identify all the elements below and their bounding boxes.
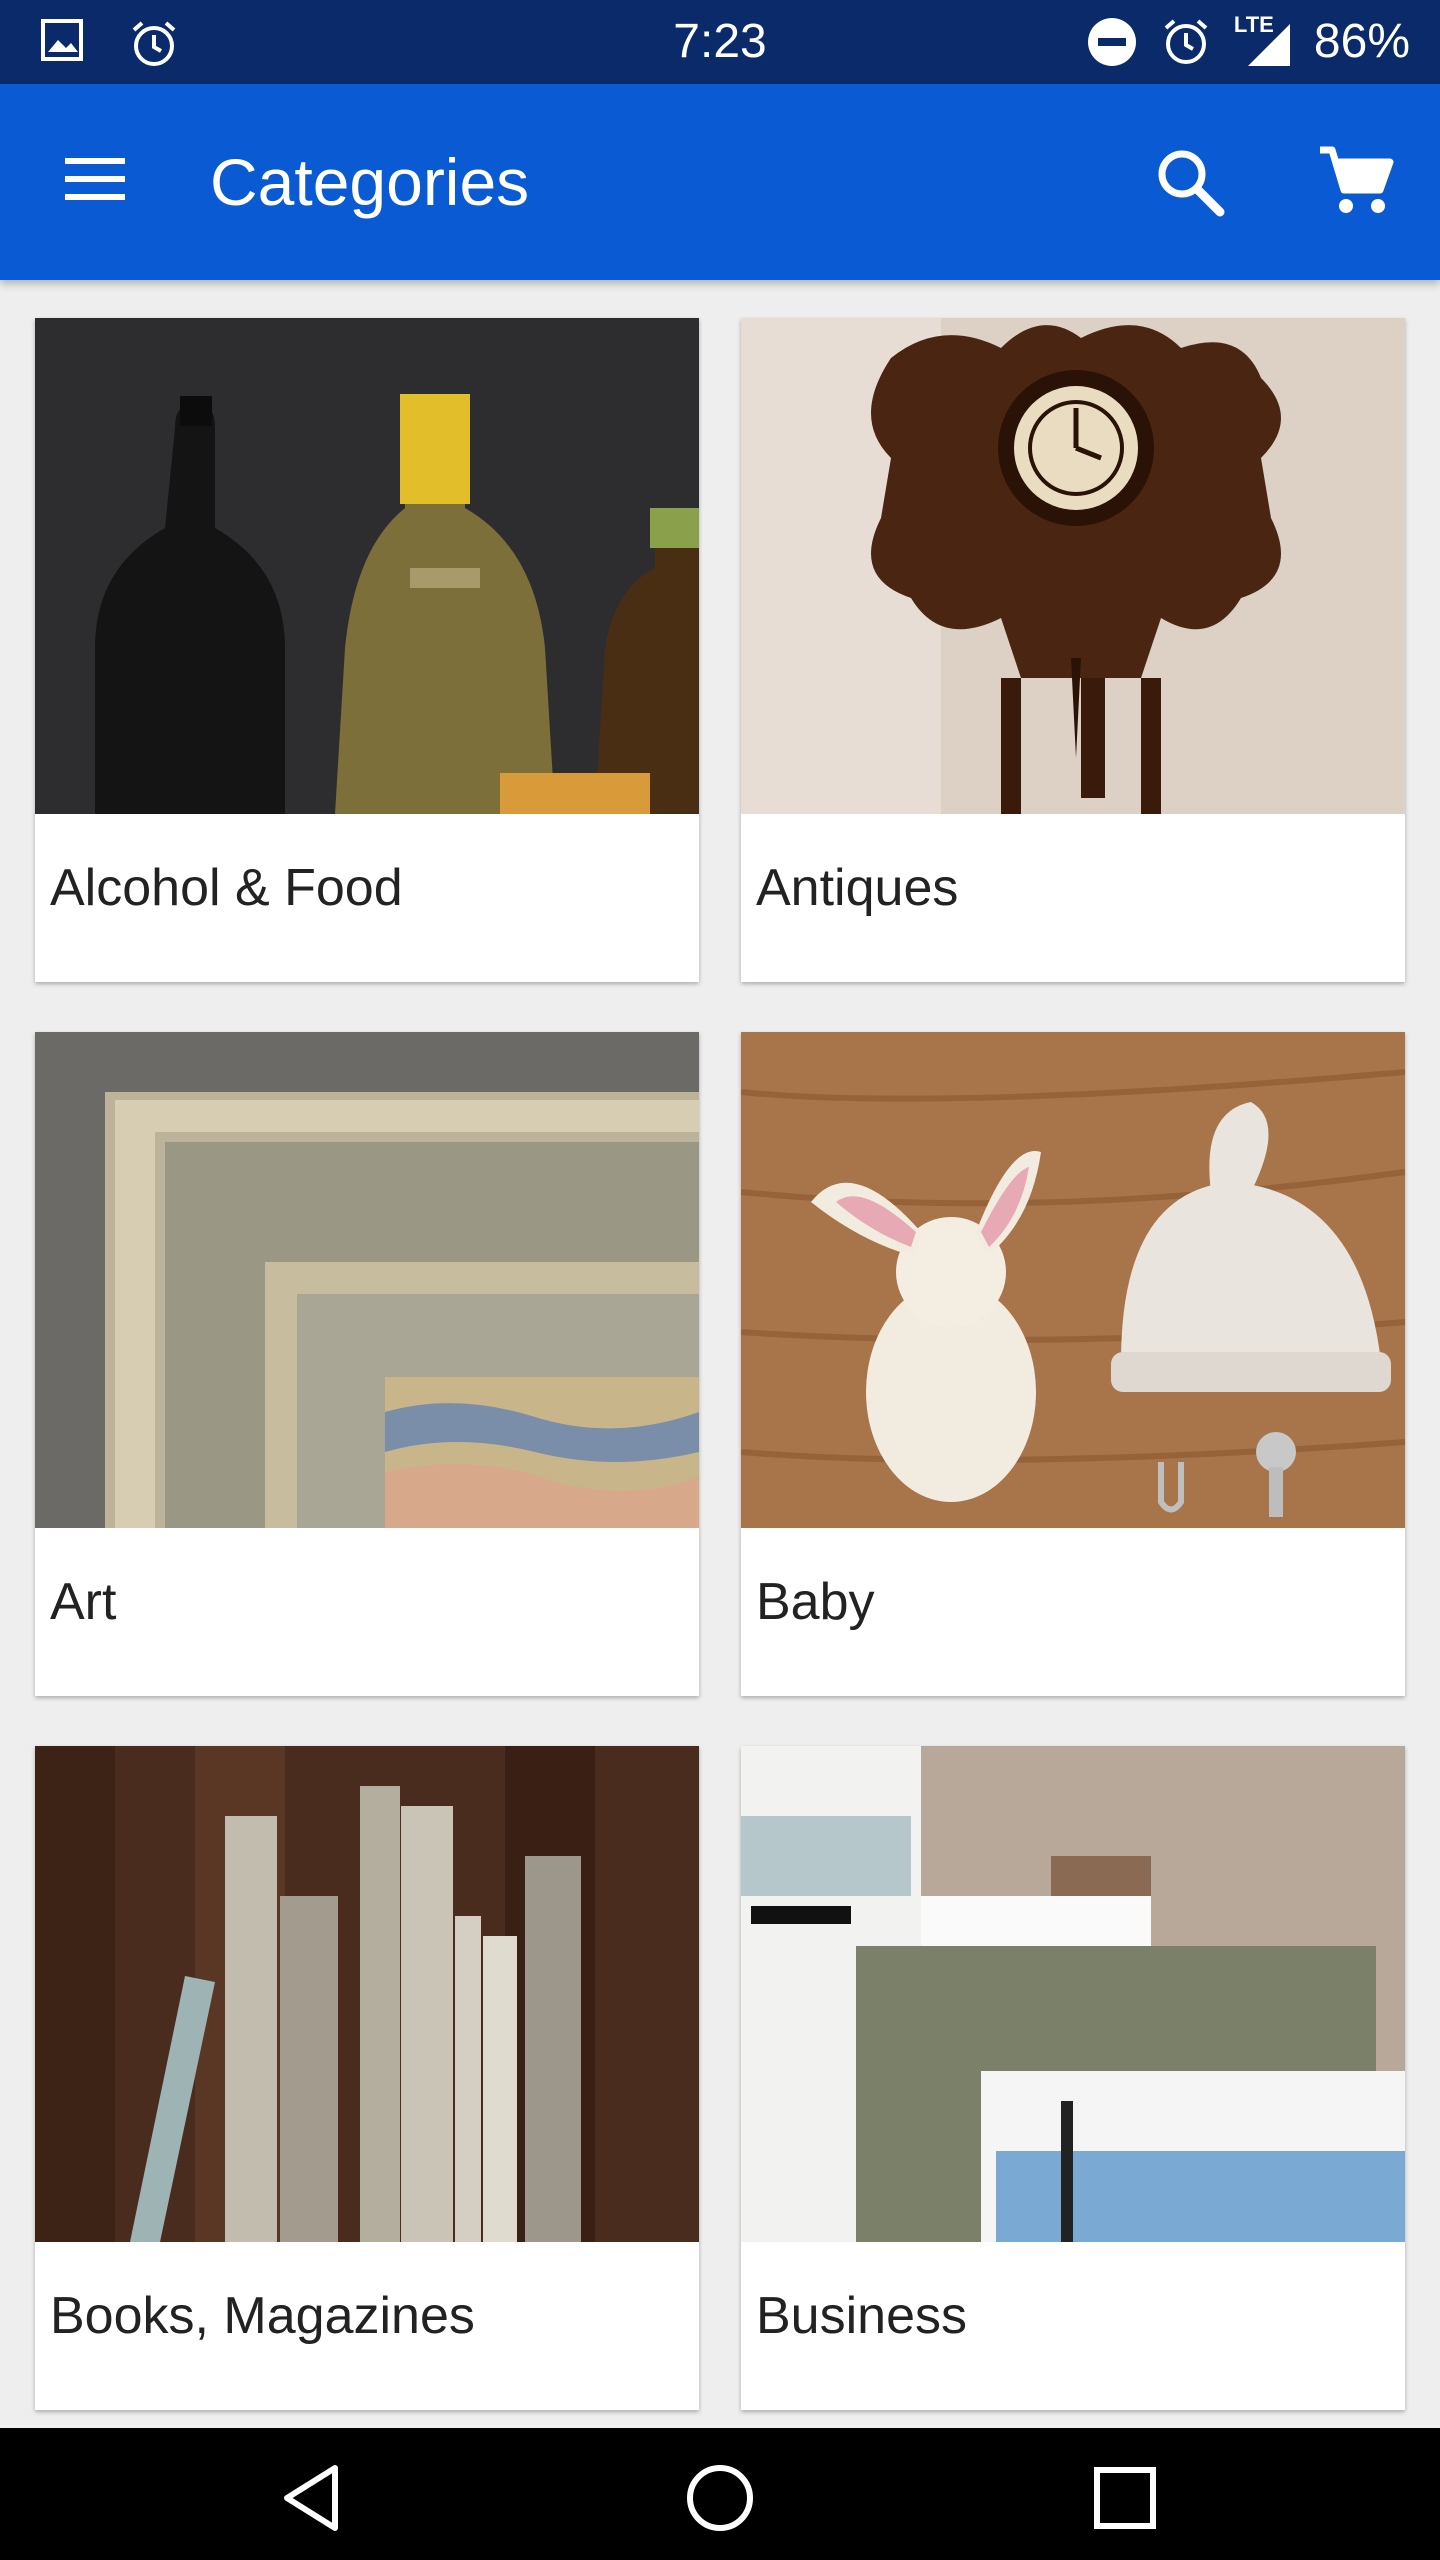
category-image-business [741,1746,1405,2242]
category-label: Books, Magazines [50,2287,475,2345]
recents-icon[interactable] [1085,2458,1165,2538]
category-label: Baby [756,1573,875,1631]
status-bar: 7:23 LTE 86% [0,0,1440,84]
category-card-baby[interactable]: Baby [741,1032,1405,1696]
cart-icon[interactable] [1316,142,1396,222]
category-image-art [35,1032,699,1528]
battery-level: 86% [1313,15,1410,68]
search-icon[interactable] [1150,142,1230,222]
category-label: Art [50,1573,117,1631]
category-card-books-magazines[interactable]: Books, Magazines [35,1746,699,2410]
category-image-antiques [741,318,1405,814]
category-card-business[interactable]: Business [741,1746,1405,2410]
category-label: Business [756,2287,967,2345]
home-icon[interactable] [680,2458,760,2538]
category-image-books-magazines [35,1746,699,2242]
alarm-icon-right [1164,18,1208,64]
category-card-alcohol-food[interactable]: Alcohol & Food [35,318,699,982]
signal-icon: LTE [1234,12,1292,68]
app-bar: Categories [0,84,1440,280]
category-image-alcohol-food [35,318,699,814]
page-title: Categories [210,145,530,219]
category-card-art[interactable]: Art [35,1032,699,1696]
category-label: Alcohol & Food [50,859,403,917]
category-label: Antiques [756,859,959,917]
category-grid: Alcohol & Food Antiques Art Baby Books, … [35,318,1405,2410]
do-not-disturb-icon [1087,17,1136,66]
menu-icon[interactable] [60,144,130,214]
category-card-antiques[interactable]: Antiques [741,318,1405,982]
back-icon[interactable] [275,2458,355,2538]
category-image-baby [741,1032,1405,1528]
navigation-bar [0,2428,1440,2560]
